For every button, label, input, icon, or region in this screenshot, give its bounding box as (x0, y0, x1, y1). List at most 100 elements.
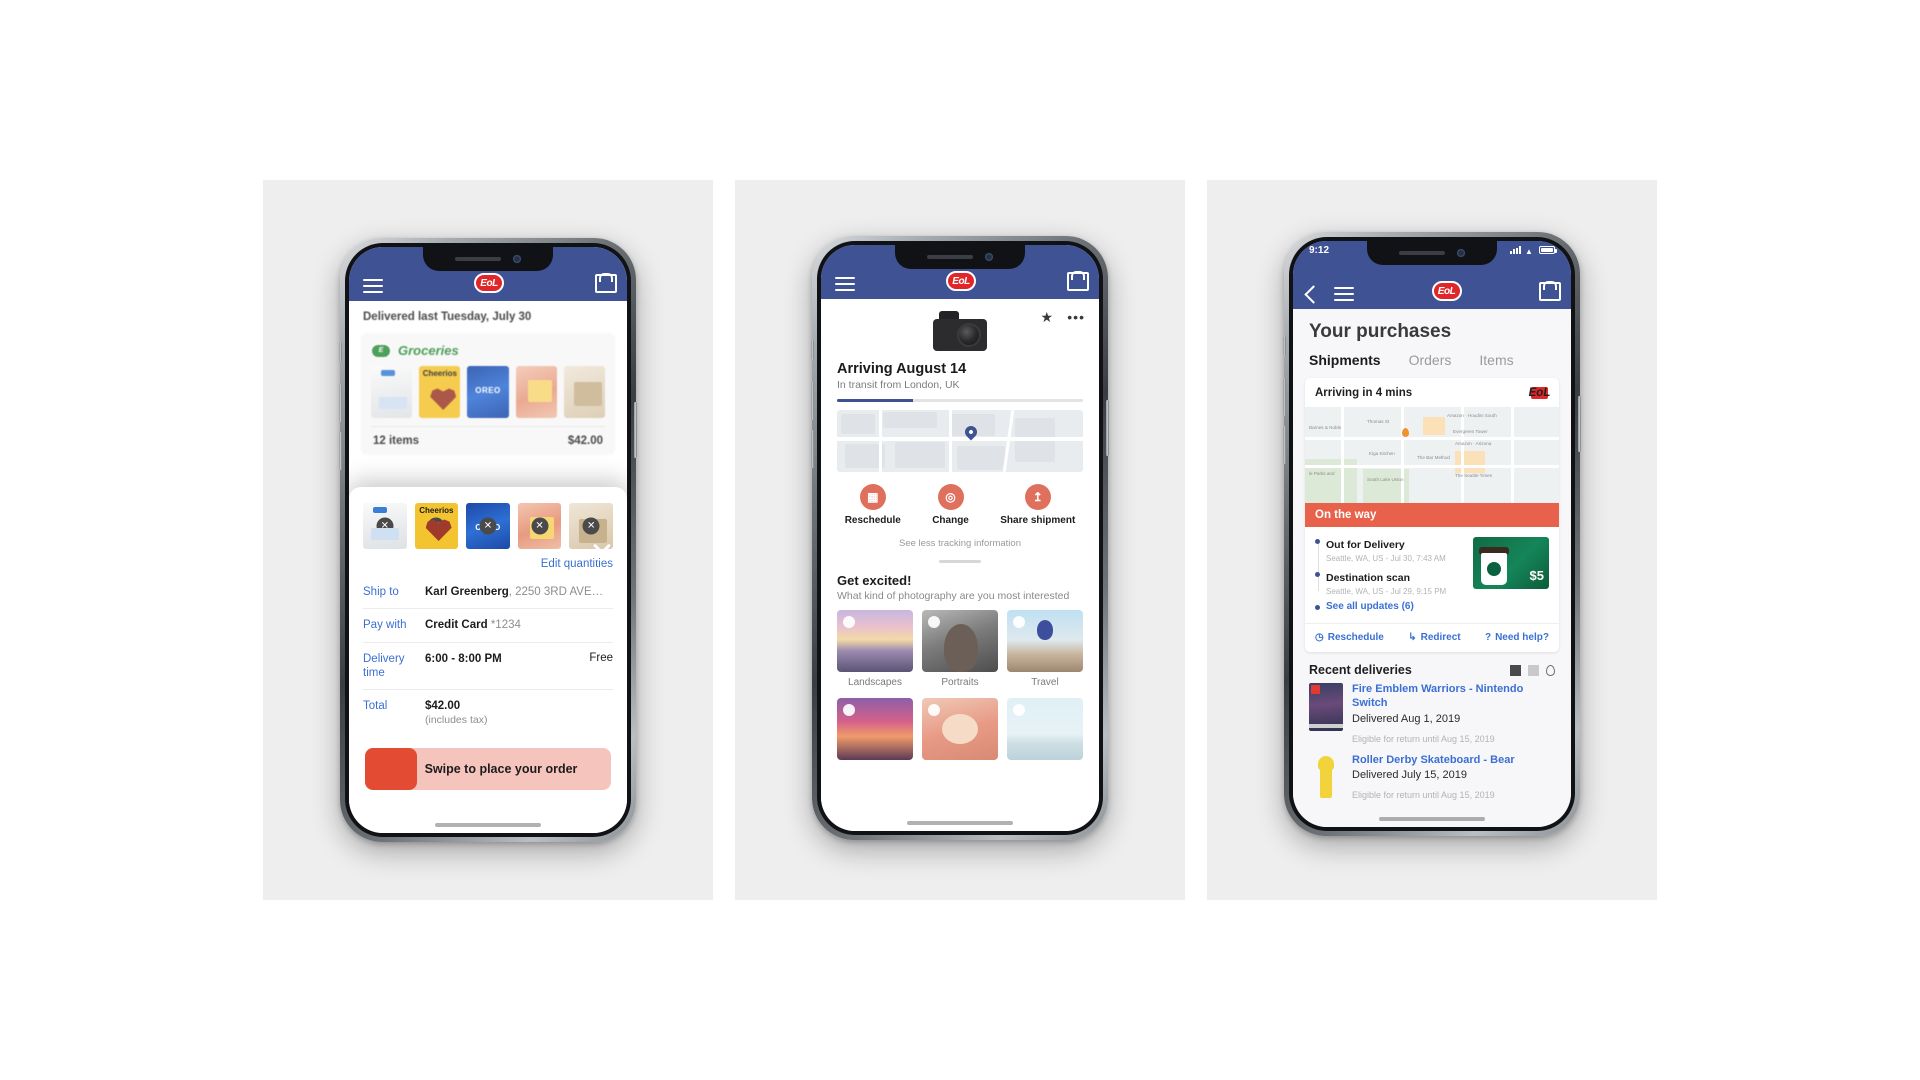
see-less-tracking-link[interactable]: See less tracking information (821, 538, 1099, 549)
tab-shipments[interactable]: Shipments (1309, 352, 1381, 368)
product-name[interactable]: Fire Emblem Warriors - Nintendo Switch (1352, 683, 1555, 711)
select-circle-icon[interactable] (928, 704, 940, 716)
return-eligibility: Eligible for return until Aug 15, 2019 (1352, 790, 1495, 801)
arrival-subtitle: In transit from London, UK (837, 379, 960, 391)
swipe-knob[interactable] (365, 748, 417, 791)
hamburger-icon[interactable] (835, 277, 855, 291)
delivery-map[interactable]: Barnes & Noble Thomas St Amazon · Houdin… (1305, 407, 1559, 503)
see-all-updates-link[interactable]: See all updates (6) (1315, 601, 1549, 612)
panel-purchases: 9:12 EoL (1207, 180, 1657, 900)
select-circle-icon[interactable] (928, 616, 940, 628)
change-action[interactable]: ◎ Change (932, 484, 969, 526)
items-count: 12 items (373, 435, 420, 447)
order-card-meta: 12 items $42.00 (371, 426, 605, 447)
tile-city[interactable] (837, 698, 913, 760)
camera-icon (929, 309, 991, 351)
back-chevron-icon[interactable] (1304, 284, 1323, 304)
hamburger-icon[interactable] (363, 279, 383, 293)
phone3-screen: 9:12 EoL (1293, 241, 1571, 827)
need-help-label: Need help? (1495, 632, 1549, 643)
row-total: Total $42.00 (includes tax) (363, 688, 613, 737)
grid-view-icon[interactable] (1510, 664, 1521, 676)
remove-icon[interactable]: ✕ (582, 517, 600, 535)
product-header: ★ ••• (821, 299, 1099, 361)
notch (423, 247, 553, 271)
row-delivery-time[interactable]: Delivery time 6:00 - 8:00 PM Free (363, 641, 613, 689)
checkout-sheet: ✕ ✕ ✕ ✕ ✕ Edit quantities Ship to Karl G… (349, 487, 627, 833)
item-thumb-bag (563, 366, 606, 418)
select-circle-icon[interactable] (1013, 616, 1025, 628)
tile-label: Landscapes (848, 677, 902, 688)
tile-food[interactable] (922, 698, 998, 760)
redirect-button[interactable]: ↳ Redirect (1408, 632, 1460, 643)
sheet-thumb-milk[interactable]: ✕ (363, 503, 407, 549)
panel-checkout: EoL Delivered last Tuesday, July 30 E Gr… (263, 180, 713, 900)
cart-icon[interactable] (1539, 281, 1561, 301)
calendar-icon: ▦ (859, 484, 886, 510)
swipe-label: Swipe to place your order (424, 762, 578, 777)
tile-landscapes[interactable]: Landscapes (837, 610, 913, 688)
see-all-updates-label: See all updates (6) (1326, 601, 1414, 612)
update-detail: Seattle, WA, US - Jul 30, 7:43 AM (1326, 554, 1446, 563)
update-title: Out for Delivery (1326, 539, 1405, 551)
tab-items[interactable]: Items (1479, 352, 1513, 368)
panel-tracking: EoL ★ ••• Arriving August 14 In transit … (735, 180, 1185, 900)
sheet-thumb-cheerios[interactable]: ✕ (414, 503, 459, 549)
change-label: Change (932, 515, 969, 526)
remove-icon[interactable]: ✕ (479, 517, 497, 535)
brand-logo: EoL (1431, 281, 1462, 301)
tab-orders[interactable]: Orders (1409, 352, 1452, 368)
phone-mockup-3: 9:12 EoL (1283, 232, 1581, 836)
product-image (1309, 683, 1343, 731)
select-circle-icon[interactable] (1013, 704, 1025, 716)
return-eligibility: Eligible for return until Aug 15, 2019 (1352, 733, 1495, 744)
sheet-thumb-oreo[interactable]: ✕ (466, 503, 510, 549)
map-view-icon[interactable] (1546, 664, 1555, 676)
checkout-rows: Ship to Karl Greenberg, 2250 3RD AVE… Pa… (363, 576, 613, 736)
remove-icon[interactable]: ✕ (531, 517, 549, 535)
edit-quantities-link[interactable]: Edit quantities (363, 558, 613, 570)
row-ship-to[interactable]: Ship to Karl Greenberg, 2250 3RD AVE… (363, 576, 613, 608)
hamburger-icon[interactable] (1334, 287, 1354, 301)
card-last4: *1234 (487, 619, 521, 632)
tile-travel[interactable]: Travel (1007, 610, 1083, 688)
location-pin-icon: ◎ (937, 484, 964, 510)
list-view-icon[interactable] (1528, 664, 1539, 676)
need-help-button[interactable]: ? Need help? (1485, 632, 1549, 643)
tracking-card-header: Arriving in 4 mins EoL (1305, 378, 1559, 407)
carrier-logo-icon: EoL (1528, 386, 1551, 400)
cart-icon[interactable] (1067, 271, 1089, 291)
ship-to-address: , 2250 3RD AVE… (508, 586, 604, 598)
reschedule-button[interactable]: ◷ Reschedule (1315, 632, 1384, 643)
product-name[interactable]: Roller Derby Skateboard - Bear (1352, 754, 1555, 768)
select-circle-icon[interactable] (843, 704, 855, 716)
reschedule-action[interactable]: ▦ Reschedule (845, 484, 901, 526)
remove-icon[interactable]: ✕ (427, 517, 445, 535)
get-excited-section: Get excited! What kind of photography ar… (821, 563, 1099, 602)
share-label: Share shipment (1000, 515, 1076, 526)
tile-label: Portraits (941, 677, 979, 688)
item-thumb-cheerios (419, 366, 461, 418)
swipe-to-place-order-button[interactable]: Swipe to place your order (365, 748, 611, 791)
more-options-icon[interactable]: ••• (1067, 309, 1085, 325)
tile-portraits[interactable]: Portraits (922, 610, 998, 688)
delivery-item-1[interactable]: Fire Emblem Warriors - Nintendo Switch D… (1293, 683, 1571, 754)
cart-icon[interactable] (595, 273, 617, 293)
notch (895, 245, 1025, 269)
update-detail: Seattle, WA, US - Jul 29, 9:15 PM (1326, 587, 1447, 596)
brand-logo: EoL (474, 273, 504, 293)
remove-icon[interactable]: ✕ (376, 517, 394, 535)
delivery-item-2[interactable]: Roller Derby Skateboard - Bear Delivered… (1293, 753, 1571, 812)
sheet-thumb-bread[interactable]: ✕ (517, 503, 562, 549)
select-circle-icon[interactable] (843, 616, 855, 628)
home-indicator (435, 823, 541, 827)
star-icon[interactable]: ★ (1040, 309, 1053, 326)
share-shipment-action[interactable]: ↥ Share shipment (1000, 484, 1075, 526)
close-icon[interactable] (591, 541, 613, 563)
row-pay-with[interactable]: Pay with Credit Card *1234 (363, 608, 613, 641)
item-thumb-bread (515, 366, 557, 418)
arrival-title: Arriving August 14 (837, 361, 967, 377)
phone2-screen: EoL ★ ••• Arriving August 14 In transit … (821, 245, 1099, 831)
tracking-map[interactable] (837, 410, 1083, 472)
tile-beach[interactable] (1007, 698, 1083, 760)
